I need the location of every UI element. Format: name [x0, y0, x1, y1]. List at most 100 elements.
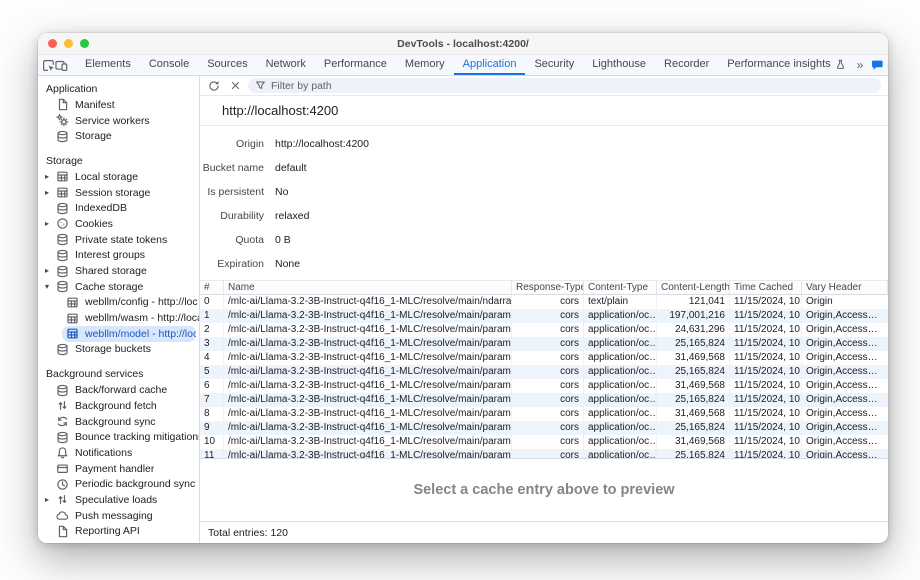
cell: 25,165,824: [657, 393, 730, 407]
filter-input[interactable]: [271, 80, 874, 92]
sidebar-item-webllm-wasm-http-loca[interactable]: webllm/wasm - http://loca…: [38, 310, 199, 326]
cell: Origin,Access…: [802, 407, 888, 421]
sidebar-item-session-storage[interactable]: ▸ Session storage: [38, 185, 199, 201]
cell: 5: [200, 365, 224, 379]
cache-entry-row-8[interactable]: 8/mlc-ai/Llama-3.2-3B-Instruct-q4f16_1-M…: [200, 407, 888, 421]
column-header-time-cached[interactable]: Time Cached: [730, 281, 802, 294]
chevron-right-icon[interactable]: ▸: [45, 267, 56, 275]
table-icon: [56, 170, 69, 183]
sidebar-item-push-messaging[interactable]: Push messaging: [38, 508, 199, 524]
sidebar-item-speculative-loads[interactable]: ▸Speculative loads: [38, 492, 199, 508]
cache-entry-row-6[interactable]: 6/mlc-ai/Llama-3.2-3B-Instruct-q4f16_1-M…: [200, 379, 888, 393]
tab-memory[interactable]: Memory: [396, 55, 454, 75]
chevron-right-icon[interactable]: ▸: [45, 220, 56, 228]
tab-network[interactable]: Network: [257, 55, 315, 75]
chevron-right-icon[interactable]: ▸: [45, 173, 56, 181]
cell: /mlc-ai/Llama-3.2-3B-Instruct-q4f16_1-ML…: [224, 295, 512, 309]
console-messages-count: 3: [887, 59, 888, 71]
cell: cors: [512, 449, 584, 458]
column-header-content-length[interactable]: Content-Length: [657, 281, 730, 294]
cache-entry-row-7[interactable]: 7/mlc-ai/Llama-3.2-3B-Instruct-q4f16_1-M…: [200, 393, 888, 407]
tab-label: Performance: [324, 58, 387, 70]
titlebar[interactable]: DevTools - localhost:4200/: [38, 33, 888, 55]
cache-entry-row-10[interactable]: 10/mlc-ai/Llama-3.2-3B-Instruct-q4f16_1-…: [200, 435, 888, 449]
more-tabs-chevron[interactable]: »: [855, 58, 866, 72]
column-header-[interactable]: #: [200, 281, 224, 294]
column-header-vary-header[interactable]: Vary Header: [802, 281, 888, 294]
sidebar-item-manifest[interactable]: Manifest: [38, 97, 199, 113]
chevron-down-icon[interactable]: ▾: [45, 283, 56, 291]
tab-elements[interactable]: Elements: [76, 55, 140, 75]
tab-performance[interactable]: Performance: [315, 55, 396, 75]
sidebar-item-local-storage[interactable]: ▸Local storage: [38, 169, 199, 185]
cache-entry-row-11[interactable]: 11/mlc-ai/Llama-3.2-3B-Instruct-q4f16_1-…: [200, 449, 888, 458]
chevron-right-icon[interactable]: ▸: [45, 496, 56, 504]
cell: 6: [200, 379, 224, 393]
sidebar-item-notifications[interactable]: Notifications: [38, 445, 199, 461]
sidebar-item-webllm-model-http-loc[interactable]: webllm/model - http://loc…: [62, 326, 196, 342]
sidebar-item-bounce-tracking-mitigations[interactable]: Bounce tracking mitigations: [38, 429, 199, 445]
sidebar-item-periodic-background-sync[interactable]: Periodic background sync: [38, 476, 199, 492]
card-icon: [56, 462, 69, 475]
device-toolbar-icon[interactable]: [55, 55, 68, 75]
minimize-window-button[interactable]: [64, 39, 73, 48]
sidebar-item-back-forward-cache[interactable]: Back/forward cache: [38, 382, 199, 398]
application-sidebar: ApplicationManifestService workersStorag…: [38, 76, 200, 543]
sidebar-item-background-fetch[interactable]: Background fetch: [38, 398, 199, 414]
experiments-icon: [835, 59, 846, 70]
cell: application/oc…: [584, 407, 657, 421]
sidebar-item-label: Session storage: [75, 187, 150, 199]
meta-label: Expiration: [200, 258, 264, 270]
tab-sources[interactable]: Sources: [198, 55, 256, 75]
sidebar-item-interest-groups[interactable]: Interest groups: [38, 248, 199, 264]
sidebar-item-payment-handler[interactable]: Payment handler: [38, 461, 199, 477]
cache-entry-row-2[interactable]: 2/mlc-ai/Llama-3.2-3B-Instruct-q4f16_1-M…: [200, 323, 888, 337]
sidebar-item-cache-storage[interactable]: ▾Cache storage: [38, 279, 199, 295]
cache-entry-row-0[interactable]: 0/mlc-ai/Llama-3.2-3B-Instruct-q4f16_1-M…: [200, 295, 888, 309]
cell: 2: [200, 323, 224, 337]
cell: 25,165,824: [657, 421, 730, 435]
sidebar-item-private-state-tokens[interactable]: Private state tokens: [38, 232, 199, 248]
sidebar-item-reporting-api[interactable]: Reporting API: [38, 524, 199, 540]
tab-application[interactable]: Application: [454, 55, 526, 75]
cache-entry-row-3[interactable]: 3/mlc-ai/Llama-3.2-3B-Instruct-q4f16_1-M…: [200, 337, 888, 351]
column-header-name[interactable]: Name: [224, 281, 512, 294]
cell: cors: [512, 295, 584, 309]
tab-console[interactable]: Console: [140, 55, 198, 75]
cache-entry-row-9[interactable]: 9/mlc-ai/Llama-3.2-3B-Instruct-q4f16_1-M…: [200, 421, 888, 435]
tab-security[interactable]: Security: [525, 55, 583, 75]
cache-entry-row-5[interactable]: 5/mlc-ai/Llama-3.2-3B-Instruct-q4f16_1-M…: [200, 365, 888, 379]
tab-performance-insights[interactable]: Performance insights: [718, 55, 854, 75]
tab-lighthouse[interactable]: Lighthouse: [583, 55, 655, 75]
tab-recorder[interactable]: Recorder: [655, 55, 718, 75]
inspect-icon[interactable]: [42, 55, 55, 75]
cell: cors: [512, 323, 584, 337]
sidebar-item-service-workers[interactable]: Service workers: [38, 113, 199, 129]
cache-entry-row-1[interactable]: 1/mlc-ai/Llama-3.2-3B-Instruct-q4f16_1-M…: [200, 309, 888, 323]
console-messages-button[interactable]: 3: [871, 59, 888, 71]
sidebar-item-indexeddb[interactable]: IndexedDB: [38, 200, 199, 216]
cell: 25,165,824: [657, 337, 730, 351]
statusbar: Total entries: 120: [200, 521, 888, 543]
chevron-right-icon[interactable]: ▸: [45, 189, 56, 197]
cache-entry-row-4[interactable]: 4/mlc-ai/Llama-3.2-3B-Instruct-q4f16_1-M…: [200, 351, 888, 365]
close-window-button[interactable]: [48, 39, 57, 48]
tab-label: Network: [266, 58, 306, 70]
refresh-icon[interactable]: [206, 78, 222, 94]
zoom-window-button[interactable]: [80, 39, 89, 48]
tab-label: Recorder: [664, 58, 709, 70]
column-header-content-type[interactable]: Content-Type: [584, 281, 657, 294]
cell: 11/15/2024, 10…: [730, 365, 802, 379]
sidebar-item-storage[interactable]: Storage: [38, 128, 199, 144]
meta-value: No: [275, 186, 288, 198]
sidebar-item-storage-buckets[interactable]: Storage buckets: [38, 342, 199, 358]
cell: application/oc…: [584, 449, 657, 458]
cell: /mlc-ai/Llama-3.2-3B-Instruct-q4f16_1-ML…: [224, 379, 512, 393]
filter-box[interactable]: [248, 78, 881, 93]
sidebar-item-shared-storage[interactable]: ▸Shared storage: [38, 263, 199, 279]
column-header-response-type[interactable]: Response-Type: [512, 281, 584, 294]
delete-selected-icon[interactable]: [227, 78, 243, 94]
sidebar-item-cookies[interactable]: ▸Cookies: [38, 216, 199, 232]
sidebar-item-background-sync[interactable]: Background sync: [38, 414, 199, 430]
sidebar-item-webllm-config-http-loc[interactable]: webllm/config - http://loc…: [38, 295, 199, 311]
